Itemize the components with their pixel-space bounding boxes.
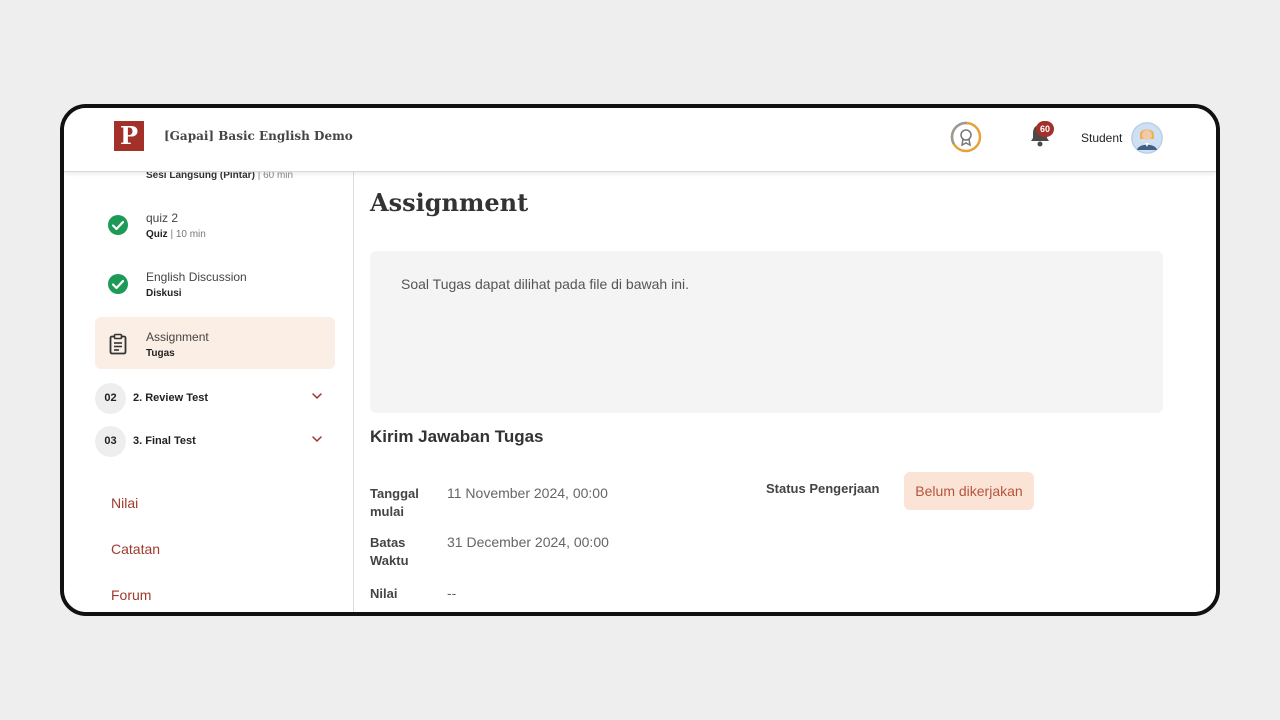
notification-count-badge: 60 xyxy=(1036,121,1054,137)
course-sidebar: Sesi Langsung (Pintar) | 60 min quiz 2 Q… xyxy=(64,172,354,612)
course-title: [Gapai] Basic English Demo xyxy=(164,129,353,143)
start-date-value: 11 November 2024, 00:00 xyxy=(447,485,608,501)
chevron-down-icon[interactable] xyxy=(311,390,323,402)
section-review-test[interactable]: 02 2. Review Test xyxy=(95,383,335,415)
section-number: 03 xyxy=(95,426,126,457)
instructions-text: Soal Tugas dapat dilihat pada file di ba… xyxy=(401,276,689,292)
sidebar-item-subtitle: Quiz | 10 min xyxy=(146,229,206,240)
check-circle-icon xyxy=(108,274,128,294)
previous-item-meta[interactable]: Sesi Langsung (Pintar) | 60 min xyxy=(146,172,293,181)
nav-link-forum[interactable]: Forum xyxy=(111,587,151,603)
section-title: 2. Review Test xyxy=(133,392,208,404)
check-circle-icon xyxy=(108,215,128,235)
user-name[interactable]: Student xyxy=(1081,131,1122,145)
top-header: P [Gapai] Basic English Demo 60 Student xyxy=(64,108,1216,172)
sidebar-item-assignment[interactable]: Assignment Tugas xyxy=(95,317,335,369)
sidebar-item-quiz-2[interactable]: quiz 2 Quiz | 10 min xyxy=(95,198,335,250)
section-number: 02 xyxy=(95,383,126,414)
app-window: P [Gapai] Basic English Demo 60 Student … xyxy=(60,104,1220,616)
sidebar-item-type: Diskusi xyxy=(146,288,182,299)
previous-item-type: Sesi Langsung (Pintar) xyxy=(146,172,255,181)
sidebar-item-type: Tugas xyxy=(146,348,175,359)
certificate-badge-icon[interactable] xyxy=(950,121,982,153)
score-value: -- xyxy=(447,585,457,601)
section-final-test[interactable]: 03 3. Final Test xyxy=(95,426,335,458)
sidebar-item-duration: | 10 min xyxy=(170,229,206,240)
avatar[interactable] xyxy=(1131,122,1163,154)
clipboard-icon xyxy=(109,333,127,355)
status-label: Status Pengerjaan xyxy=(766,481,880,496)
previous-item-duration: | 60 min xyxy=(257,172,294,181)
main-content: Assignment Soal Tugas dapat dilihat pada… xyxy=(354,172,1216,612)
brand-logo[interactable]: P xyxy=(114,121,144,151)
submit-answer-heading: Kirim Jawaban Tugas xyxy=(370,427,544,446)
deadline-label: Batas Waktu xyxy=(370,535,409,568)
start-date-label: Tanggal mulai xyxy=(370,486,419,519)
page-title: Assignment xyxy=(370,188,529,217)
sidebar-item-title: quiz 2 xyxy=(146,211,179,225)
status-badge: Belum dikerjakan xyxy=(904,472,1034,510)
sidebar-item-subtitle: Tugas xyxy=(146,348,175,359)
sidebar-item-title: English Discussion xyxy=(146,270,247,284)
deadline-value: 31 December 2024, 00:00 xyxy=(447,534,609,550)
nav-link-nilai[interactable]: Nilai xyxy=(111,495,138,511)
sidebar-item-title: Assignment xyxy=(146,330,209,344)
sidebar-item-subtitle: Diskusi xyxy=(146,288,182,299)
section-title: 3. Final Test xyxy=(133,435,196,447)
chevron-down-icon[interactable] xyxy=(311,433,323,445)
sidebar-item-type: Quiz xyxy=(146,229,168,240)
instructions-box: Soal Tugas dapat dilihat pada file di ba… xyxy=(370,251,1163,413)
nav-link-catatan[interactable]: Catatan xyxy=(111,541,160,557)
sidebar-item-english-discussion[interactable]: English Discussion Diskusi xyxy=(95,257,335,309)
score-label: Nilai xyxy=(370,586,398,601)
